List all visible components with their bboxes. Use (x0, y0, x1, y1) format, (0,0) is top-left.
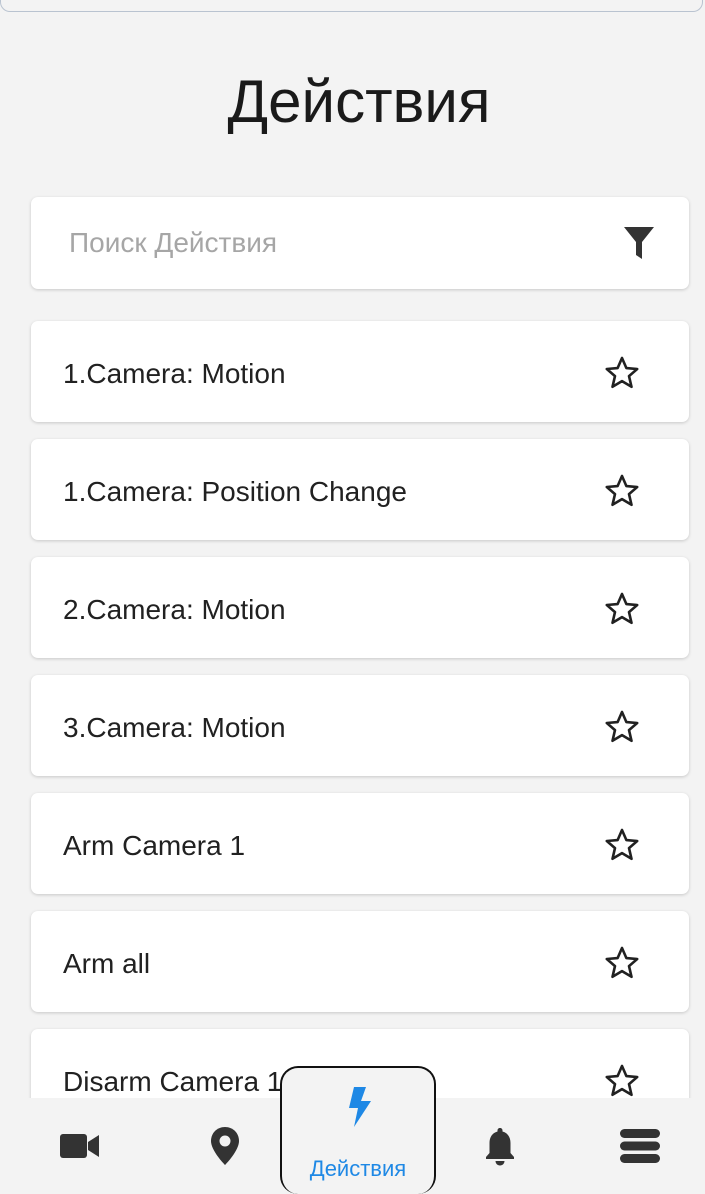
list-item[interactable]: Arm Camera 1 (31, 793, 689, 894)
lightning-icon (349, 1087, 371, 1127)
list-item[interactable]: Arm all (31, 911, 689, 1012)
search-box (31, 197, 689, 289)
nav-map[interactable] (180, 1098, 270, 1194)
page-title: Действия (227, 68, 491, 135)
nav-menu[interactable] (600, 1098, 680, 1194)
search-input[interactable] (69, 221, 589, 265)
nav-actions[interactable]: Действия (280, 1066, 436, 1194)
list-item[interactable]: 1.Camera: Motion (31, 321, 689, 422)
star-icon[interactable] (605, 356, 639, 390)
action-label: Arm all (63, 948, 151, 979)
nav-notifications[interactable] (455, 1098, 545, 1194)
video-camera-icon (60, 1134, 99, 1158)
nav-actions-label: Действия (309, 1156, 407, 1181)
star-icon[interactable] (605, 474, 639, 508)
bell-icon (486, 1128, 514, 1166)
nav-cameras[interactable] (40, 1098, 120, 1194)
list-item[interactable]: 1.Camera: Position Change (31, 439, 689, 540)
star-icon[interactable] (605, 710, 639, 744)
star-icon[interactable] (605, 946, 639, 980)
action-label: 2.Camera: Motion (63, 594, 286, 625)
filter-icon (624, 227, 654, 259)
star-icon[interactable] (605, 1064, 639, 1098)
star-icon[interactable] (605, 828, 639, 862)
action-label: 1.Camera: Motion (63, 358, 286, 389)
action-label: Arm Camera 1 (63, 830, 246, 861)
filter-button[interactable] (621, 225, 657, 261)
menu-icon (620, 1129, 660, 1163)
top-frame (0, 0, 703, 12)
map-pin-icon (211, 1127, 239, 1165)
action-label: 1.Camera: Position Change (63, 476, 407, 507)
star-icon[interactable] (605, 592, 639, 626)
list-item[interactable]: 3.Camera: Motion (31, 675, 689, 776)
action-label: 3.Camera: Motion (63, 712, 286, 743)
list-item[interactable]: 2.Camera: Motion (31, 557, 689, 658)
